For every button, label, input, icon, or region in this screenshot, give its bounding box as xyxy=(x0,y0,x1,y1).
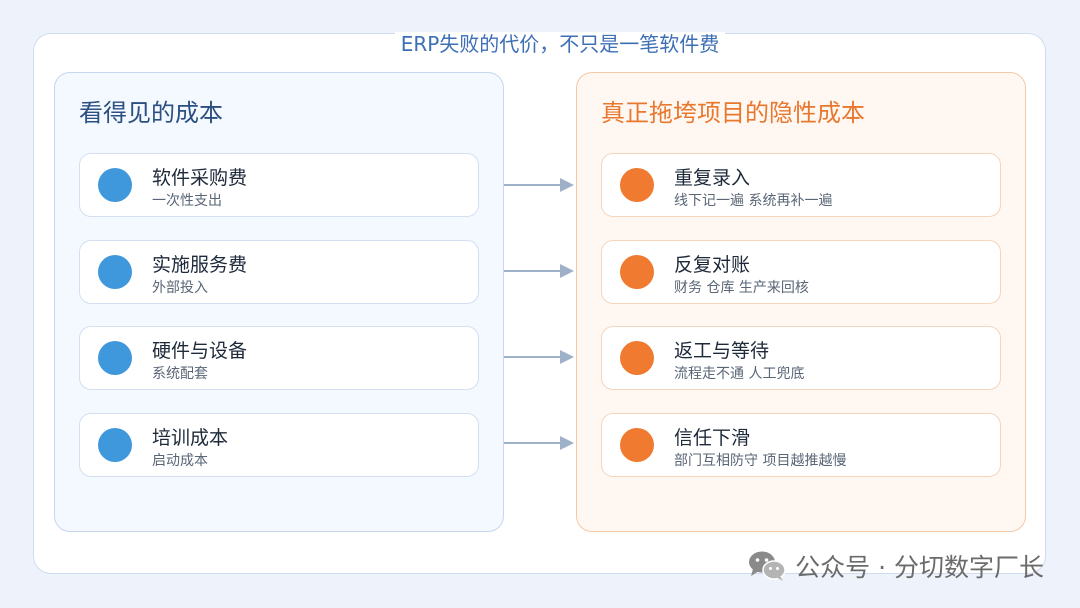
watermark-text: 公众号 · 分切数字厂长 xyxy=(795,553,1044,582)
item-title: 硬件与设备 xyxy=(152,340,248,362)
item-title: 反复对账 xyxy=(674,254,751,276)
orange-dot-icon xyxy=(620,341,654,375)
item-title: 信任下滑 xyxy=(674,427,751,449)
orange-dot-icon xyxy=(620,255,654,289)
orange-dot-icon xyxy=(620,168,654,202)
watermark: 公众号 · 分切数字厂长 xyxy=(747,548,1044,584)
blue-dot-icon xyxy=(98,168,132,202)
visible-costs-panel: 看得见的成本 软件采购费 一次性支出 实施服务费 外部投入 硬件与设备 系统配套… xyxy=(54,72,504,532)
item-title: 培训成本 xyxy=(152,427,229,449)
visible-cost-item-software: 软件采购费 一次性支出 xyxy=(79,153,479,217)
blue-dot-icon xyxy=(98,341,132,375)
blue-dot-icon xyxy=(98,255,132,289)
orange-dot-icon xyxy=(620,428,654,462)
hidden-cost-item-rework: 返工与等待 流程走不通 人工兜底 xyxy=(601,326,1001,390)
hidden-costs-title: 真正拖垮项目的隐性成本 xyxy=(601,99,865,127)
item-subtitle: 线下记一遍 系统再补一遍 xyxy=(674,193,833,209)
diagram-title: ERP失败的代价，不只是一笔软件费 xyxy=(0,30,1080,58)
item-subtitle: 系统配套 xyxy=(152,366,208,382)
item-subtitle: 部门互相防守 项目越推越慢 xyxy=(674,453,847,469)
wechat-icon xyxy=(749,551,786,581)
item-subtitle: 一次性支出 xyxy=(152,193,222,209)
item-title: 实施服务费 xyxy=(152,254,248,276)
item-title: 返工与等待 xyxy=(674,340,770,362)
visible-cost-item-hardware: 硬件与设备 系统配套 xyxy=(79,326,479,390)
item-subtitle: 流程走不通 人工兜底 xyxy=(674,366,805,382)
hidden-cost-item-duplicate-entry: 重复录入 线下记一遍 系统再补一遍 xyxy=(601,153,1001,217)
visible-cost-item-training: 培训成本 启动成本 xyxy=(79,413,479,477)
item-subtitle: 财务 仓库 生产来回核 xyxy=(674,280,809,296)
visible-cost-item-implementation: 实施服务费 外部投入 xyxy=(79,240,479,304)
blue-dot-icon xyxy=(98,428,132,462)
item-subtitle: 启动成本 xyxy=(152,453,208,469)
item-subtitle: 外部投入 xyxy=(152,280,208,296)
hidden-cost-item-trust: 信任下滑 部门互相防守 项目越推越慢 xyxy=(601,413,1001,477)
item-title: 重复录入 xyxy=(674,167,751,189)
hidden-costs-panel: 真正拖垮项目的隐性成本 重复录入 线下记一遍 系统再补一遍 反复对账 财务 仓库… xyxy=(576,72,1026,532)
visible-costs-title: 看得见的成本 xyxy=(79,99,223,127)
hidden-cost-item-reconciliation: 反复对账 财务 仓库 生产来回核 xyxy=(601,240,1001,304)
item-title: 软件采购费 xyxy=(152,167,248,189)
